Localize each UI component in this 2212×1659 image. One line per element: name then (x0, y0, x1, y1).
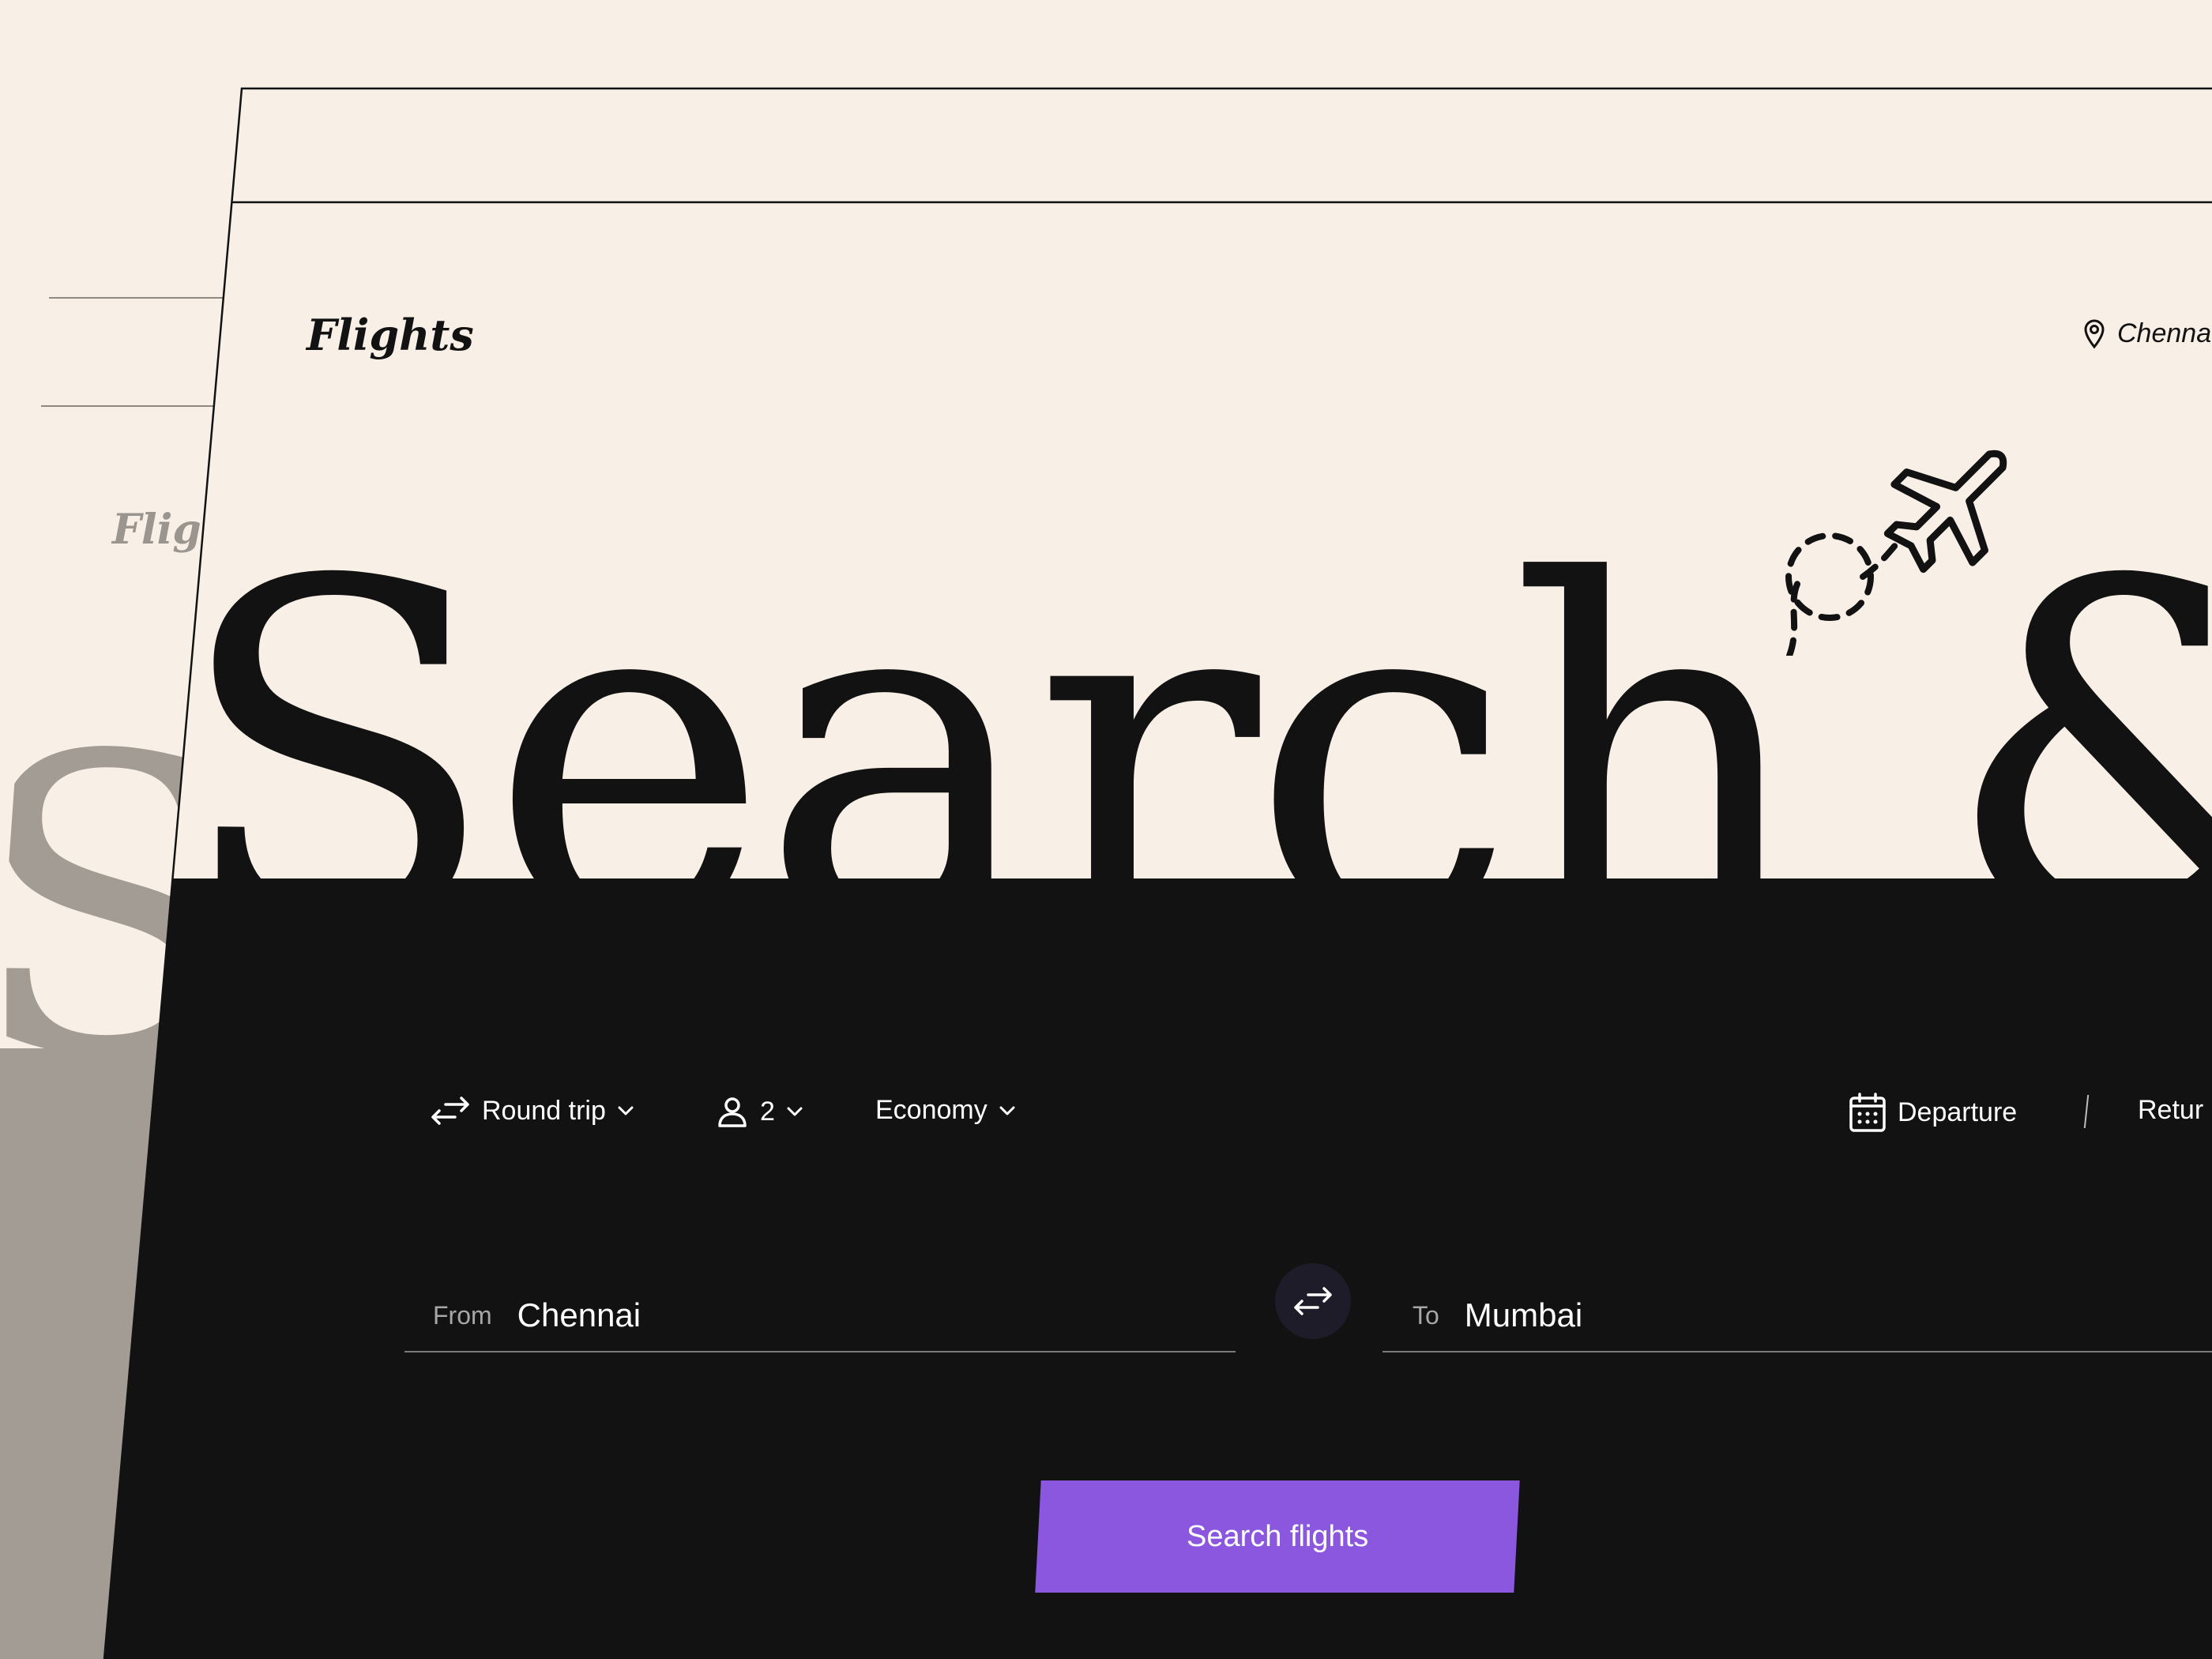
app-logo[interactable]: Flights (307, 310, 474, 360)
airplane-icon (1785, 450, 2007, 656)
swap-cities-button[interactable] (1275, 1263, 1351, 1339)
location-pin-icon (2084, 319, 2105, 349)
to-value[interactable]: Mumbai (1465, 1296, 1582, 1334)
chevron-down-icon (618, 1106, 634, 1115)
swap-icon (431, 1097, 469, 1125)
chevron-down-icon (999, 1106, 1015, 1115)
departure-date-picker[interactable]: Departure (1849, 1092, 2017, 1133)
from-label: From (433, 1300, 492, 1330)
chevron-down-icon (787, 1107, 803, 1116)
cabin-class-dropdown[interactable]: Economy (875, 1095, 1016, 1126)
to-field[interactable]: To Mumbai (1382, 1280, 2212, 1352)
cabin-class-label: Economy (875, 1095, 988, 1125)
trip-type-dropdown[interactable]: Round trip (430, 1095, 634, 1127)
passenger-count: 2 (760, 1096, 775, 1127)
from-field[interactable]: From Chennai (404, 1280, 1236, 1352)
search-flights-button[interactable]: Search flights (1035, 1480, 1520, 1593)
person-icon (718, 1097, 747, 1127)
return-date-picker[interactable]: Retur (2138, 1095, 2203, 1126)
front-card: Search & F Flights Chenna Round trip (104, 88, 2212, 1659)
return-label: Retur (2138, 1095, 2204, 1125)
location-selector[interactable]: Chenna (2082, 318, 2211, 349)
passenger-dropdown[interactable]: 2 (716, 1095, 803, 1128)
departure-label: Departure (1898, 1097, 2018, 1127)
swap-icon (1294, 1287, 1332, 1315)
calendar-icon (1849, 1093, 1886, 1132)
to-label: To (1413, 1300, 1439, 1330)
trip-type-label: Round trip (482, 1095, 606, 1126)
search-flights-label: Search flights (1186, 1519, 1369, 1553)
location-label: Chenna (2117, 318, 2212, 348)
from-value[interactable]: Chennai (517, 1296, 641, 1334)
